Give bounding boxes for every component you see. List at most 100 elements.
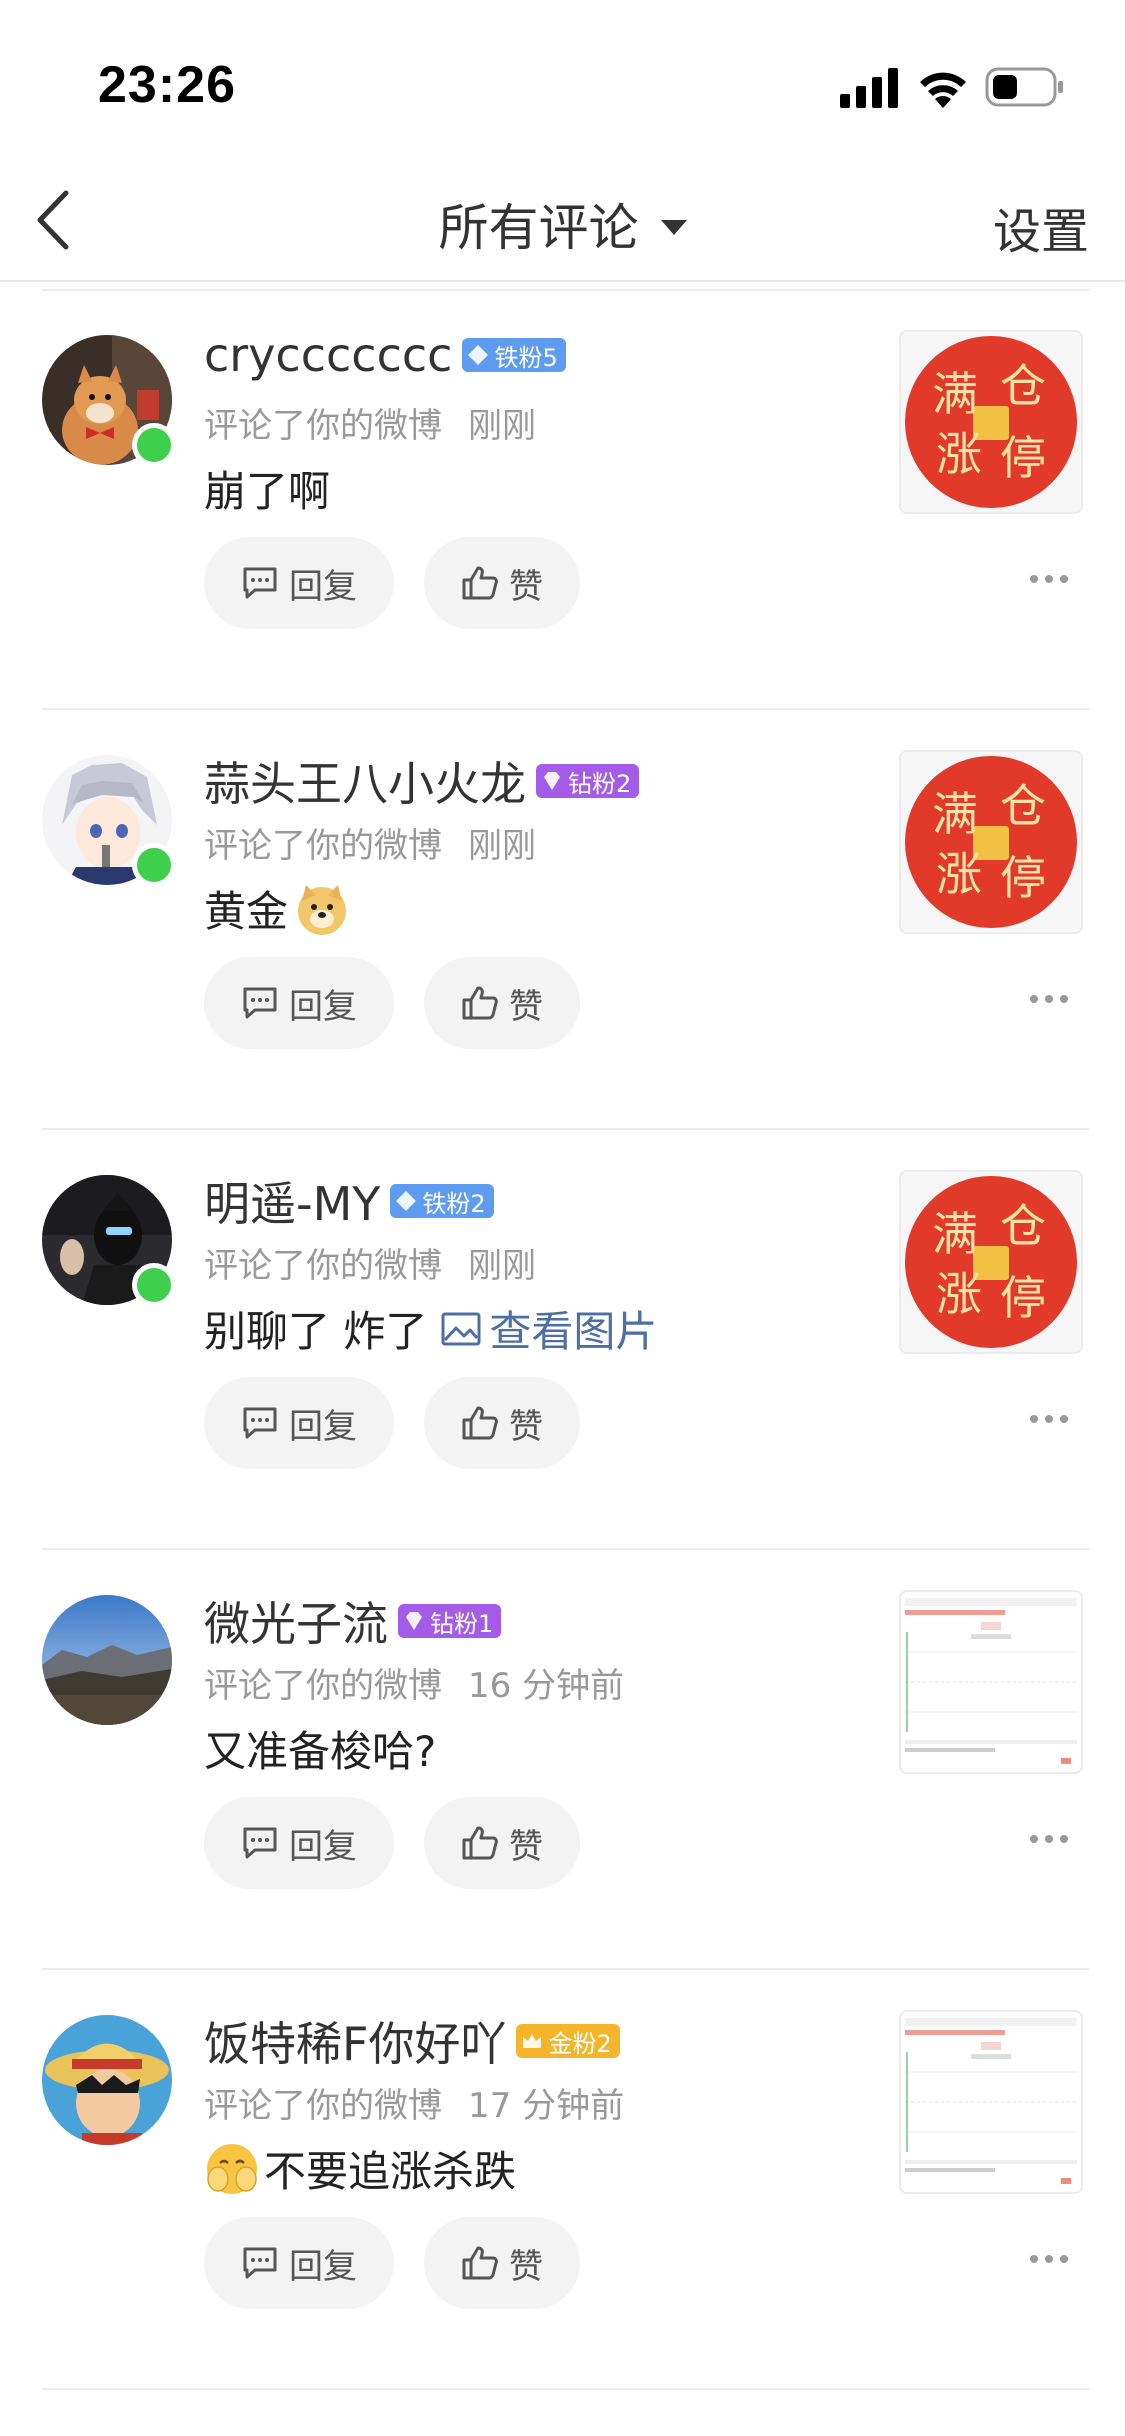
comment-text-content: 不要追涨杀跌 <box>264 2147 517 2196</box>
comment-meta: 评论了你的微博 17 分钟前 <box>204 2078 624 2127</box>
covering-face-emoji-icon <box>207 2143 257 2194</box>
thumbs-up-icon <box>462 1826 498 1860</box>
thumb-char: 仓 <box>1000 359 1046 413</box>
post-thumbnail[interactable]: 满 仓 涨 停 <box>899 1170 1083 1354</box>
comment-action: 评论了你的微博 <box>204 1666 442 1706</box>
comment-bubble-icon <box>243 2247 277 2279</box>
comment-item[interactable]: 蒜头王八小火龙 钻粉2 评论了你的微博 刚刚 黄金 回复 赞 满 仓 涨 停 <box>0 710 1125 1130</box>
view-image-link[interactable]: 查看图片 <box>441 1298 657 1359</box>
like-button[interactable]: 赞 <box>424 1377 580 1469</box>
comment-time: 刚刚 <box>468 1246 536 1286</box>
comments-filter-dropdown[interactable]: 所有评论 <box>0 188 1125 260</box>
image-icon <box>441 1312 481 1345</box>
comment-item[interactable]: cryccccccc 铁粉5 评论了你的微博 刚刚 崩了啊 回复 赞 满 仓 涨 … <box>0 290 1125 710</box>
settings-button[interactable]: 设置 <box>993 192 1089 262</box>
nav-bar: 所有评论 设置 <box>0 160 1125 280</box>
thumb-char: 满 <box>932 367 978 421</box>
comment-action: 评论了你的微博 <box>204 826 442 866</box>
status-bar: 23:26 <box>0 0 1125 150</box>
thumb-char: 仓 <box>1000 1199 1046 1253</box>
reply-button[interactable]: 回复 <box>204 537 394 629</box>
comment-action: 评论了你的微博 <box>204 2086 442 2126</box>
thumb-char: 涨 <box>936 847 982 901</box>
thumb-char: 涨 <box>936 1267 982 1321</box>
comment-action: 评论了你的微博 <box>204 1246 442 1286</box>
comment-meta: 评论了你的微博 刚刚 <box>204 398 536 447</box>
thumbs-up-icon <box>462 2246 498 2280</box>
diamond-icon <box>468 345 489 365</box>
username[interactable]: 微光子流 <box>204 1588 388 1654</box>
reply-button[interactable]: 回复 <box>204 2217 394 2309</box>
more-options-icon[interactable] <box>1029 573 1069 585</box>
post-thumbnail[interactable] <box>899 1590 1083 1774</box>
comment-text: 别聊了 炸了 查看图片 <box>204 1298 657 1359</box>
comment-bubble-icon <box>243 1827 277 1859</box>
comment-text: 不要追涨杀跌 <box>204 2138 516 2199</box>
caret-down-icon <box>660 220 687 235</box>
post-thumbnail[interactable] <box>899 2010 1083 2194</box>
view-image-label: 查看图片 <box>489 1307 658 1356</box>
comment-bubble-icon <box>243 567 277 599</box>
thumb-char: 满 <box>932 1207 978 1261</box>
diamond-icon <box>544 772 560 790</box>
reply-label: 回复 <box>289 986 357 1027</box>
like-label: 赞 <box>509 1826 543 1867</box>
online-status-dot <box>132 423 176 467</box>
fan-badge-label: 铁粉2 <box>422 1189 486 1218</box>
more-options-icon[interactable] <box>1029 1413 1069 1425</box>
comment-text: 崩了啊 <box>204 467 331 516</box>
reply-label: 回复 <box>289 1826 357 1867</box>
comment-text-content: 别聊了 炸了 <box>204 1307 428 1356</box>
more-options-icon[interactable] <box>1029 2253 1069 2265</box>
fan-badge: 钻粉1 <box>398 1604 502 1638</box>
avatar[interactable] <box>42 1595 172 1725</box>
reply-button[interactable]: 回复 <box>204 1797 394 1889</box>
online-status-dot <box>132 843 176 887</box>
reply-label: 回复 <box>289 2246 357 2287</box>
thumb-char: 停 <box>1000 1271 1046 1325</box>
diamond-icon <box>406 1612 422 1630</box>
thumb-char: 停 <box>1000 851 1046 905</box>
online-status-dot <box>132 1263 176 1307</box>
username[interactable]: 蒜头王八小火龙 <box>204 748 526 814</box>
comment-action: 评论了你的微博 <box>204 406 442 446</box>
more-options-icon[interactable] <box>1029 1833 1069 1845</box>
post-thumbnail[interactable]: 满 仓 涨 停 <box>899 750 1083 934</box>
diamond-icon <box>396 1191 417 1211</box>
comment-meta: 评论了你的微博 刚刚 <box>204 1238 536 1287</box>
username-row: 微光子流 钻粉1 <box>204 1588 502 1654</box>
fan-badge-label: 铁粉5 <box>494 343 558 372</box>
fan-badge: 铁粉2 <box>390 1184 494 1218</box>
thumbs-up-icon <box>462 986 498 1020</box>
username[interactable]: 饭特稀F你好吖 <box>204 2008 506 2074</box>
reply-button[interactable]: 回复 <box>204 957 394 1049</box>
divider <box>42 2388 1089 2390</box>
like-label: 赞 <box>509 986 543 1027</box>
fan-badge: 钻粉2 <box>536 764 640 798</box>
comment-time: 刚刚 <box>468 826 536 866</box>
comment-item[interactable]: 微光子流 钻粉1 评论了你的微博 16 分钟前 又准备梭哈? 回复 赞 <box>0 1550 1125 1970</box>
like-button[interactable]: 赞 <box>424 957 580 1049</box>
like-label: 赞 <box>509 1406 543 1447</box>
comment-text-content: 黄金 <box>204 887 289 936</box>
stock-chart-screenshot <box>901 1592 1081 1772</box>
comment-item[interactable]: 明遥-MY 铁粉2 评论了你的微博 刚刚 别聊了 炸了 查看图片 回复 赞 满 仓… <box>0 1130 1125 1550</box>
more-options-icon[interactable] <box>1029 993 1069 1005</box>
thumb-char: 满 <box>932 787 978 841</box>
fan-badge: 金粉2 <box>516 2024 620 2058</box>
nav-divider <box>0 280 1125 282</box>
avatar[interactable] <box>42 2015 172 2145</box>
thumb-char: 仓 <box>1000 779 1046 833</box>
comment-item[interactable]: 饭特稀F你好吖 金粉2 评论了你的微博 17 分钟前 不要追涨杀跌 回复 赞 <box>0 1970 1125 2390</box>
username[interactable]: cryccccccc <box>204 328 452 382</box>
comment-time: 17 分钟前 <box>468 2086 625 2126</box>
like-button[interactable]: 赞 <box>424 537 580 629</box>
post-thumbnail[interactable]: 满 仓 涨 停 <box>899 330 1083 514</box>
thumbs-up-icon <box>462 1406 498 1440</box>
reply-button[interactable]: 回复 <box>204 1377 394 1469</box>
username[interactable]: 明遥-MY <box>204 1168 380 1234</box>
like-button[interactable]: 赞 <box>424 2217 580 2309</box>
like-button[interactable]: 赞 <box>424 1797 580 1889</box>
thumb-char: 停 <box>1000 431 1046 485</box>
username-row: 明遥-MY 铁粉2 <box>204 1168 494 1234</box>
